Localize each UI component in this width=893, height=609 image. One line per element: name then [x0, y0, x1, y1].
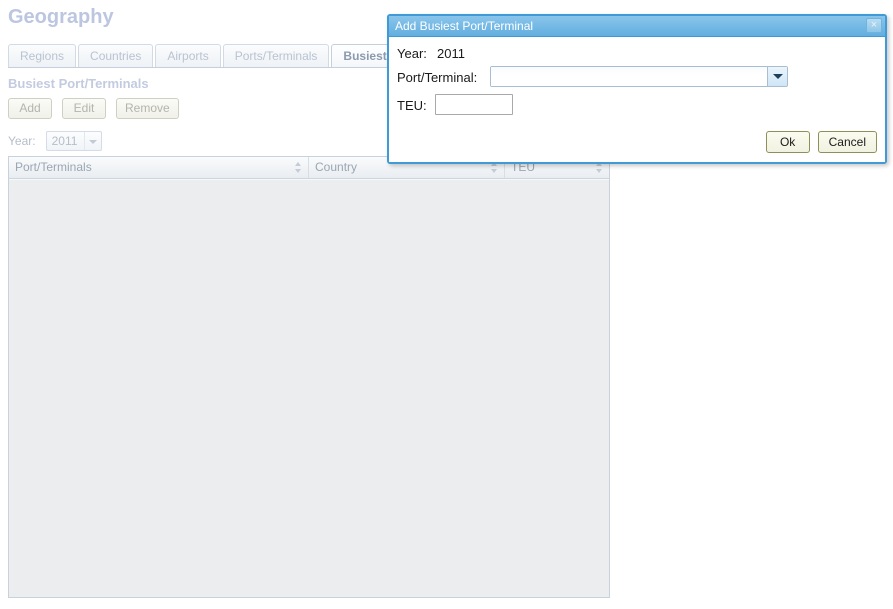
- dialog-year-value: 2011: [437, 46, 465, 61]
- dialog-port-label: Port/Terminal:: [397, 70, 478, 85]
- year-filter-value: 2011: [51, 134, 78, 148]
- tab-countries[interactable]: Countries: [78, 44, 154, 67]
- close-icon[interactable]: ×: [866, 18, 882, 33]
- dialog-teu-label: TEU:: [397, 98, 427, 113]
- column-header-port-terminals-label: Port/Terminals: [15, 160, 92, 174]
- year-filter-select[interactable]: 2011: [45, 131, 102, 151]
- year-filter: Year: 2011: [8, 131, 102, 151]
- add-busiest-port-dialog: Add Busiest Port/Terminal × Year: 2011 P…: [387, 14, 887, 164]
- tab-regions[interactable]: Regions: [8, 44, 77, 67]
- sort-icon: [295, 162, 302, 173]
- tab-ports-terminals[interactable]: Ports/Terminals: [222, 44, 330, 67]
- tab-airports[interactable]: Airports: [155, 44, 221, 67]
- chevron-down-icon: [83, 132, 101, 150]
- busiest-ports-table: Port/Terminals Country TEU: [8, 156, 610, 598]
- dialog-body: Year: 2011 Port/Terminal: TEU: Ok Cancel: [389, 37, 885, 162]
- ok-button[interactable]: Ok: [765, 131, 810, 153]
- close-icon-glyph: ×: [870, 19, 878, 31]
- section-title: Busiest Port/Terminals: [8, 76, 149, 91]
- dialog-title-bar[interactable]: Add Busiest Port/Terminal ×: [389, 16, 885, 37]
- table-body[interactable]: [9, 179, 609, 597]
- dialog-button-bar: Ok Cancel: [758, 131, 877, 153]
- toolbar: Add Edit Remove: [8, 98, 189, 119]
- page-title: Geography: [8, 6, 114, 28]
- port-terminal-select[interactable]: [490, 66, 788, 87]
- application-window: Geography Regions Countries Airports Por…: [0, 0, 893, 609]
- teu-input[interactable]: [435, 94, 513, 115]
- remove-button[interactable]: Remove: [116, 98, 179, 119]
- dialog-year-label: Year:: [397, 46, 427, 61]
- add-button[interactable]: Add: [8, 98, 52, 119]
- port-terminal-select-value: [491, 67, 766, 86]
- column-header-port-terminals[interactable]: Port/Terminals: [9, 157, 309, 178]
- column-header-country-label: Country: [315, 160, 358, 174]
- chevron-down-icon[interactable]: [767, 67, 787, 86]
- year-filter-label: Year:: [8, 134, 36, 148]
- edit-button[interactable]: Edit: [62, 98, 106, 119]
- cancel-button[interactable]: Cancel: [817, 131, 877, 153]
- dialog-title: Add Busiest Port/Terminal: [395, 19, 534, 33]
